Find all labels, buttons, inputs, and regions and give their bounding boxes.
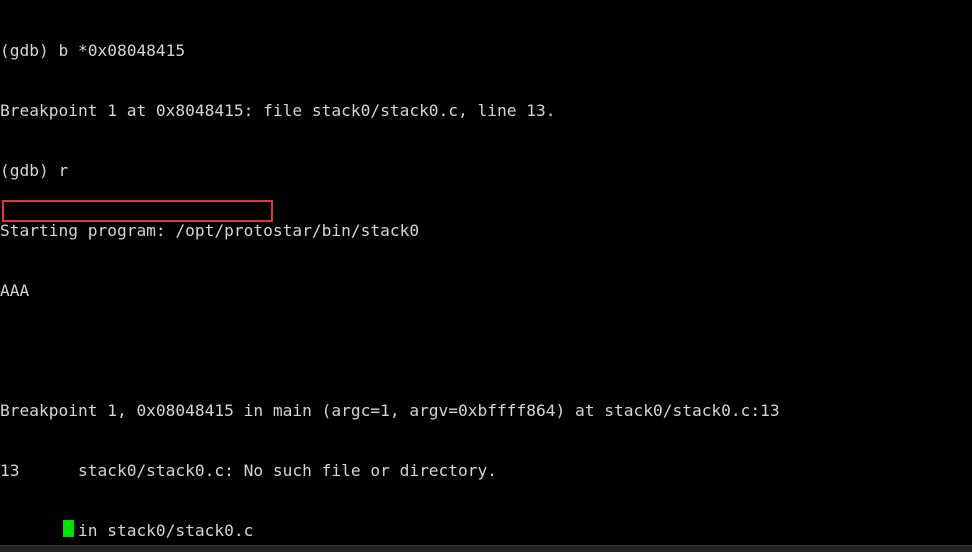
terminal-line: Starting program: /opt/protostar/bin/sta… xyxy=(0,221,420,240)
terminal-line: AAA xyxy=(0,281,30,300)
terminal-window[interactable]: (gdb) b *0x08048415 Breakpoint 1 at 0x80… xyxy=(0,0,972,545)
terminal-line: 13 stack0/stack0.c: No such file or dire… xyxy=(0,461,498,480)
terminal-cursor xyxy=(63,520,74,537)
terminal-line: Breakpoint 1 at 0x8048415: file stack0/s… xyxy=(0,101,556,120)
window-bottom-bar xyxy=(0,545,972,552)
terminal-line: (gdb) r xyxy=(0,161,69,180)
terminal-line: in stack0/stack0.c xyxy=(0,521,254,540)
terminal-output[interactable]: (gdb) b *0x08048415 Breakpoint 1 at 0x80… xyxy=(0,1,972,545)
terminal-line: Breakpoint 1, 0x08048415 in main (argc=1… xyxy=(0,401,780,420)
terminal-line: (gdb) b *0x08048415 xyxy=(0,41,186,60)
